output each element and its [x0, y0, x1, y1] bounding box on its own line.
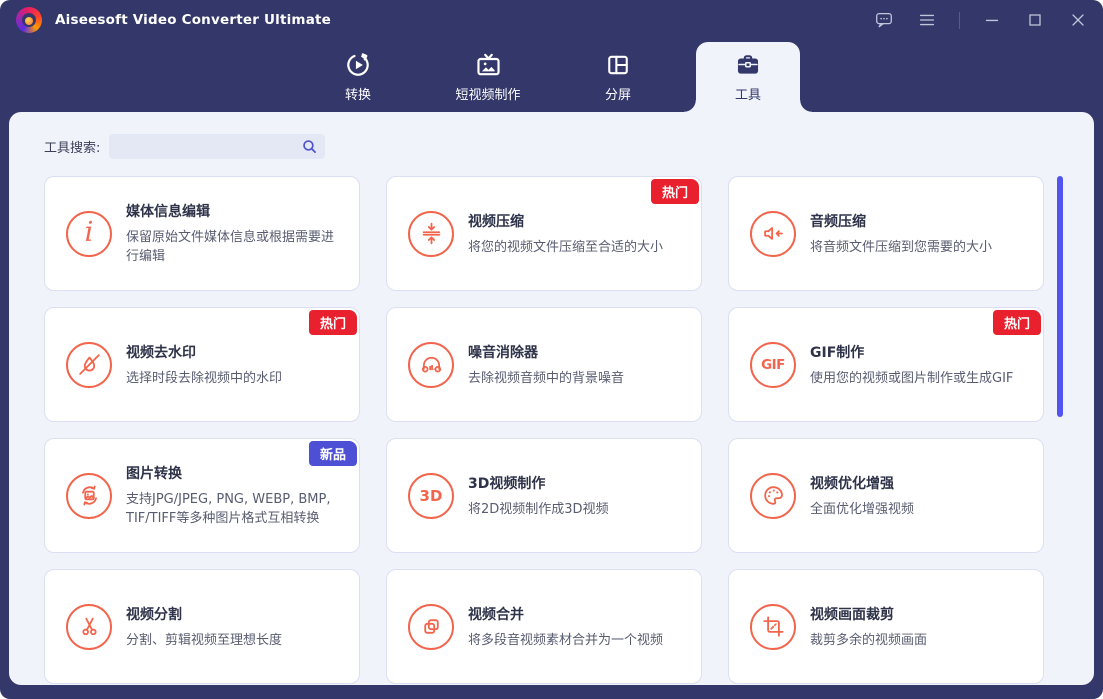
- tool-card-1[interactable]: i 媒体信息编辑保留原始文件媒体信息或根据需要进行编辑: [44, 176, 360, 291]
- tab-toolbox[interactable]: 工具: [684, 42, 812, 112]
- tool-card-9[interactable]: 视频优化增强全面优化增强视频: [728, 438, 1044, 553]
- badge-hot: 热门: [308, 310, 357, 335]
- feedback-icon[interactable]: [873, 9, 895, 31]
- convert-icon: [344, 50, 372, 80]
- tab-label-toolbox: 工具: [734, 88, 761, 103]
- app-logo-icon: [16, 7, 42, 33]
- split-screen-icon: [604, 50, 632, 80]
- scissors-icon: [66, 603, 112, 650]
- noise-remover-icon: [408, 341, 454, 388]
- crop-icon: [750, 603, 796, 650]
- tab-convert[interactable]: 转换: [306, 42, 410, 112]
- content-panel: 工具搜索: i 媒体信息编辑 保留原始文件媒体信息或根据需要进行编辑 视频压缩 将您的视…: [9, 112, 1094, 685]
- card-text: 媒体信息编辑保留原始文件媒体信息或根据需要进行编辑: [126, 201, 343, 266]
- audio-compress-icon: [750, 210, 796, 257]
- card-text: 视频合并将多段音视频素材合并为一个视频: [468, 604, 663, 650]
- card-description: 使用您的视频或图片制作或生成GIF: [810, 370, 1014, 386]
- card-title: 视频压缩: [468, 213, 524, 230]
- tool-card-5[interactable]: 噪音消除器去除视频音频中的背景噪音: [386, 307, 702, 422]
- badge-hot: 热门: [650, 179, 699, 204]
- titlebar-controls: [873, 0, 1089, 40]
- merge-icon: [408, 603, 454, 650]
- tool-card-4[interactable]: 视频去水印选择时段去除视频中的水印 热门: [44, 307, 360, 422]
- card-title: 视频分割: [126, 606, 182, 623]
- tab-label-mv: 短视频制作: [455, 88, 521, 103]
- badge-new: 新品: [308, 441, 357, 466]
- card-description: 全面优化增强视频: [810, 501, 915, 517]
- toolbox-icon: [734, 50, 762, 80]
- scrollbar-thumb[interactable]: [1057, 176, 1063, 417]
- card-description: 分割、剪辑视频至理想长度: [126, 632, 283, 648]
- tab-mv[interactable]: 短视频制作: [436, 42, 540, 112]
- card-title: 3D视频制作: [468, 475, 546, 492]
- card-description: 将多段音视频素材合并为一个视频: [468, 632, 664, 648]
- search-box: [109, 133, 326, 159]
- tool-card-7[interactable]: 图片转换支持JPG/JPEG, PNG, WEBP, BMP, TIF/TIFF…: [44, 438, 360, 553]
- card-title: GIF制作: [810, 344, 865, 361]
- tab-label-split-screen: 分屏: [604, 88, 631, 103]
- watermark-remove-icon: [66, 341, 112, 388]
- card-text: 视频画面裁剪裁剪多余的视频画面: [810, 604, 927, 650]
- card-title: 视频优化增强: [810, 475, 894, 492]
- card-description: 保留原始文件媒体信息或根据需要进行编辑: [126, 230, 335, 264]
- card-title: 视频去水印: [126, 344, 196, 361]
- card-title: 媒体信息编辑: [126, 204, 210, 220]
- tab-split-screen[interactable]: 分屏: [566, 42, 670, 112]
- tab-label-convert: 转换: [344, 88, 371, 103]
- image-convert-icon: [66, 472, 112, 519]
- card-description: 将您的视频文件压缩至合适的大小: [468, 239, 664, 255]
- card-title: 视频合并: [468, 606, 524, 623]
- 3d-icon: 3D: [408, 472, 454, 519]
- tool-card-12[interactable]: 视频画面裁剪裁剪多余的视频画面: [728, 569, 1044, 684]
- tool-card-6[interactable]: GIF GIF制作使用您的视频或图片制作或生成GIF 热门: [728, 307, 1044, 422]
- app-title: Aiseesoft Video Converter Ultimate: [55, 12, 332, 28]
- titlebar-divider: [959, 11, 960, 29]
- tool-card-10[interactable]: 视频分割分割、剪辑视频至理想长度: [44, 569, 360, 684]
- enhance-icon: [750, 472, 796, 519]
- menu-icon[interactable]: [916, 9, 938, 31]
- card-title: 视频画面裁剪: [810, 606, 894, 623]
- search-input[interactable]: [109, 133, 326, 159]
- mv-icon: [474, 50, 503, 80]
- card-description: 选择时段去除视频中的水印: [126, 370, 283, 386]
- compress-icon: [408, 210, 454, 257]
- maximize-button[interactable]: [1024, 9, 1046, 31]
- card-description: 将2D视频制作成3D视频: [468, 501, 609, 517]
- card-title: 噪音消除器: [468, 344, 538, 361]
- tool-card-2[interactable]: 视频压缩将您的视频文件压缩至合适的大小 热门: [386, 176, 702, 291]
- card-description: 裁剪多余的视频画面: [810, 632, 928, 648]
- card-text: 噪音消除器去除视频音频中的背景噪音: [468, 342, 624, 388]
- info-icon: i: [66, 210, 112, 257]
- card-text: 3D视频制作将2D视频制作成3D视频: [468, 473, 609, 519]
- tool-card-grid: i 媒体信息编辑 保留原始文件媒体信息或根据需要进行编辑 视频压缩 将您的视频文件压缩至…: [44, 176, 1044, 684]
- tool-card-3[interactable]: 音频压缩将音频文件压缩到您需要的大小: [728, 176, 1044, 291]
- card-text: 图片转换支持JPG/JPEG, PNG, WEBP, BMP, TIF/TIFF…: [126, 463, 343, 528]
- card-text: 视频优化增强全面优化增强视频: [810, 473, 914, 519]
- tool-card-8[interactable]: 3D 3D视频制作将2D视频制作成3D视频: [386, 438, 702, 553]
- card-text: 视频去水印选择时段去除视频中的水印: [126, 342, 282, 388]
- card-text: GIF制作使用您的视频或图片制作或生成GIF: [810, 342, 1013, 388]
- card-description: 支持JPG/JPEG, PNG, WEBP, BMP, TIF/TIFF等多种图…: [126, 492, 331, 526]
- card-title: 音频压缩: [810, 213, 866, 230]
- card-text: 视频分割分割、剪辑视频至理想长度: [126, 604, 282, 650]
- card-description: 去除视频音频中的背景噪音: [468, 370, 625, 386]
- titlebar: Aiseesoft Video Converter Ultimate: [0, 0, 1103, 40]
- tool-search-row: 工具搜索:: [44, 133, 326, 159]
- card-description: 将音频文件压缩到您需要的大小: [810, 239, 993, 255]
- card-title: 图片转换: [126, 466, 182, 482]
- card-text: 音频压缩将音频文件压缩到您需要的大小: [810, 211, 992, 257]
- search-icon[interactable]: [301, 138, 318, 159]
- badge-hot: 热门: [992, 310, 1041, 335]
- search-label: 工具搜索:: [44, 140, 101, 156]
- card-text: 视频压缩将您的视频文件压缩至合适的大小: [468, 211, 663, 257]
- tool-card-11[interactable]: 视频合并将多段音视频素材合并为一个视频: [386, 569, 702, 684]
- close-button[interactable]: [1067, 9, 1089, 31]
- app-window: Aiseesoft Video Converter Ultimate 转换 短视…: [0, 0, 1103, 699]
- gif-icon: GIF: [750, 341, 796, 388]
- minimize-button[interactable]: [981, 9, 1003, 31]
